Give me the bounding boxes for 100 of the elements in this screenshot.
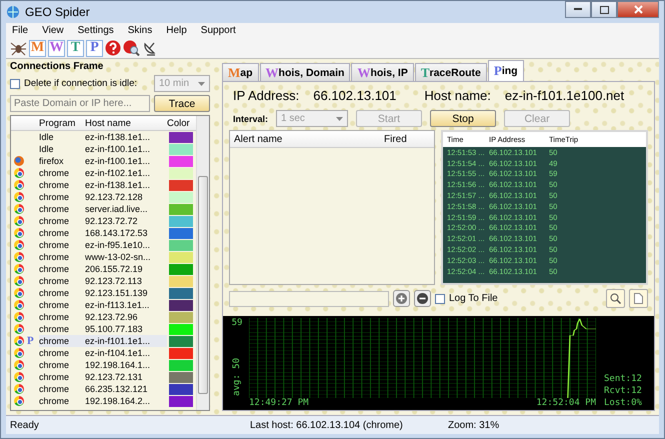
panel-title: Connections Frame xyxy=(10,61,104,72)
magnifier-icon xyxy=(610,293,621,304)
column-header[interactable]: Program xyxy=(39,118,85,128)
tab[interactable]: Map xyxy=(222,63,259,81)
host-cell[interactable]: server.iad.live... xyxy=(85,203,167,215)
help-search-icon[interactable] xyxy=(123,40,140,56)
program-cell[interactable]: chrome xyxy=(39,203,85,215)
menu-item[interactable]: View xyxy=(42,25,64,36)
program-cell[interactable]: chrome xyxy=(39,251,85,263)
checkbox[interactable] xyxy=(10,78,20,88)
host-cell[interactable]: ez-in-f95.1e10... xyxy=(85,239,167,251)
host-cell[interactable]: 66.235.132.121 xyxy=(85,383,167,395)
column-header[interactable]: Alert name xyxy=(234,134,384,144)
checkbox-label: Log To File xyxy=(449,293,498,304)
graph-end-time: 12:52:04 PM xyxy=(536,398,596,408)
tab[interactable]: Whois, IP xyxy=(351,63,414,81)
domain-input-field[interactable]: Paste Domain or IP here... xyxy=(10,95,150,112)
host-cell[interactable]: 95.100.77.183 xyxy=(85,323,167,335)
minus-icon xyxy=(417,293,428,304)
host-cell[interactable]: 206.155.72.19 xyxy=(85,263,167,275)
plus-icon xyxy=(396,293,407,304)
tab[interactable]: Whois, Domain xyxy=(260,63,350,81)
tab[interactable]: Ping xyxy=(488,60,524,81)
host-cell[interactable]: 168.143.172.53 xyxy=(85,227,167,239)
host-cell[interactable]: ez-in-f100.1e1... xyxy=(85,143,167,155)
program-cell[interactable]: chrome xyxy=(39,335,85,347)
host-cell[interactable]: 92.123.72.113 xyxy=(85,275,167,287)
ping-stat: Rcvt:12 xyxy=(604,386,643,396)
page-icon xyxy=(634,293,643,304)
column-header[interactable]: Color xyxy=(167,118,195,128)
menu-item[interactable]: Support xyxy=(200,25,236,36)
host-cell[interactable]: 92.123.72.131 xyxy=(85,371,167,383)
spider-icon[interactable] xyxy=(10,40,27,56)
scrollbar[interactable] xyxy=(196,116,209,410)
program-cell[interactable]: chrome xyxy=(39,299,85,311)
toolbar-letter-button[interactable]: W xyxy=(48,40,65,56)
program-cell[interactable]: chrome xyxy=(39,167,85,179)
satellite-dish-icon[interactable] xyxy=(142,40,158,56)
program-cell[interactable]: firefox xyxy=(39,155,85,167)
host-cell[interactable]: ez-in-f113.1e1... xyxy=(85,299,167,311)
host-cell[interactable]: 92.123.72.96 xyxy=(85,311,167,323)
ping-stat: Sent:12 xyxy=(604,374,643,384)
toolbar-letter-button[interactable]: P xyxy=(86,40,103,56)
action-button[interactable]: Stop xyxy=(430,110,496,127)
dropdown-arrow-icon xyxy=(336,116,344,120)
program-cell[interactable]: chrome xyxy=(39,191,85,203)
host-cell[interactable]: ez-in-f104.1e1... xyxy=(85,347,167,359)
host-cell[interactable]: www-13-02-sn... xyxy=(85,251,167,263)
program-cell[interactable]: chrome xyxy=(39,383,85,395)
program-cell[interactable]: chrome xyxy=(39,275,85,287)
menu-item[interactable]: File xyxy=(12,25,28,36)
maximize-button[interactable] xyxy=(591,1,617,18)
host-cell[interactable]: 192.198.164.1... xyxy=(85,359,167,371)
host-cell[interactable]: ez-in-f138.1e1... xyxy=(85,131,167,143)
host-cell[interactable]: 92.123.72.72 xyxy=(85,215,167,227)
host-cell[interactable]: 92.123.72.128 xyxy=(85,191,167,203)
minimize-icon xyxy=(574,8,582,11)
column-header[interactable]: Fired xyxy=(384,134,434,144)
program-cell[interactable]: chrome xyxy=(39,239,85,251)
host-cell[interactable]: ez-in-f102.1e1... xyxy=(85,167,167,179)
checkbox[interactable] xyxy=(435,294,445,304)
status-text: Ready xyxy=(10,420,40,430)
zoom-button[interactable] xyxy=(606,289,625,308)
menu-item[interactable]: Settings xyxy=(78,25,114,36)
host-cell[interactable]: ez-in-f138.1e1... xyxy=(85,179,167,191)
close-button[interactable] xyxy=(617,1,659,18)
remove-button[interactable] xyxy=(414,290,431,307)
program-cell[interactable]: chrome xyxy=(39,359,85,371)
maximize-icon xyxy=(600,6,608,14)
program-cell[interactable]: chrome xyxy=(39,371,85,383)
interval-label: Interval: xyxy=(233,114,268,124)
program-cell[interactable]: chrome xyxy=(39,263,85,275)
program-cell[interactable]: chrome xyxy=(39,287,85,299)
host-cell[interactable]: ez-in-f101.1e1... xyxy=(85,335,167,347)
program-cell[interactable]: Idle xyxy=(39,143,85,155)
program-cell[interactable]: chrome xyxy=(39,323,85,335)
ping-stat: Lost:0% xyxy=(604,398,643,408)
program-cell[interactable]: chrome xyxy=(39,347,85,359)
status-text: Zoom: 31% xyxy=(448,420,500,430)
window-title: GEO Spider xyxy=(25,5,90,19)
minimize-button[interactable] xyxy=(565,1,591,18)
program-cell[interactable]: chrome xyxy=(39,395,85,407)
menu-item[interactable]: Help xyxy=(166,25,187,36)
program-cell[interactable]: chrome xyxy=(39,227,85,239)
host-cell[interactable]: ez-in-f100.1e1... xyxy=(85,155,167,167)
host-cell[interactable]: 92.123.151.139 xyxy=(85,287,167,299)
graph-max-label: 59 xyxy=(232,318,242,328)
program-cell[interactable]: Idle xyxy=(39,131,85,143)
tab[interactable]: TraceRoute xyxy=(414,63,487,81)
program-cell[interactable]: chrome xyxy=(39,215,85,227)
help-icon[interactable] xyxy=(105,40,121,56)
trace-button[interactable]: Trace xyxy=(154,95,210,112)
close-icon xyxy=(634,5,642,14)
add-button[interactable] xyxy=(393,290,410,307)
menu-item[interactable]: Skins xyxy=(128,25,152,36)
column-header[interactable]: Host name xyxy=(85,118,167,128)
host-cell[interactable]: 192.198.164.2... xyxy=(85,395,167,407)
page-button[interactable] xyxy=(629,289,648,308)
program-cell[interactable]: chrome xyxy=(39,179,85,191)
program-cell[interactable]: chrome xyxy=(39,311,85,323)
